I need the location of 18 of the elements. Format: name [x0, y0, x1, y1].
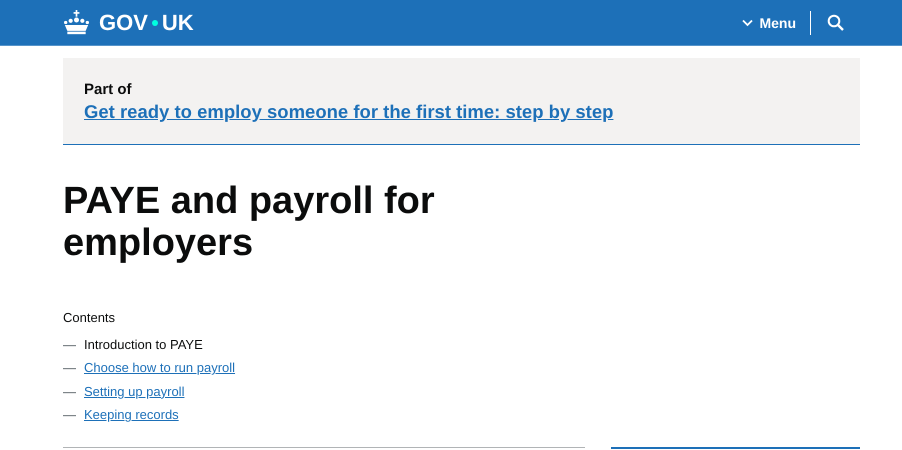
page-title: PAYE and payroll for employers [63, 181, 436, 265]
current-section: Introduction to PAYE [84, 336, 203, 352]
gov-uk-logo[interactable]: GOV UK [63, 10, 194, 36]
dot-icon [152, 20, 158, 26]
list-dash: — [63, 384, 76, 399]
part-of-label: Part of [84, 81, 133, 98]
contents-link[interactable]: Choose how to run payroll [84, 360, 236, 376]
list-dash: — [63, 407, 76, 422]
step-by-step-link[interactable]: Get ready to employ someone for the first time: step by step [84, 101, 839, 123]
contents-heading: Contents [63, 310, 116, 325]
list-dash: — [63, 360, 76, 376]
menu-button[interactable]: Menu [742, 14, 810, 30]
contents-link[interactable]: Keeping records [84, 407, 179, 422]
contents-link[interactable]: Setting up payroll [84, 384, 184, 399]
search-icon [827, 14, 844, 31]
list-dash: — [63, 336, 76, 352]
crown-icon [63, 10, 90, 35]
chevron-down-icon [742, 18, 754, 26]
